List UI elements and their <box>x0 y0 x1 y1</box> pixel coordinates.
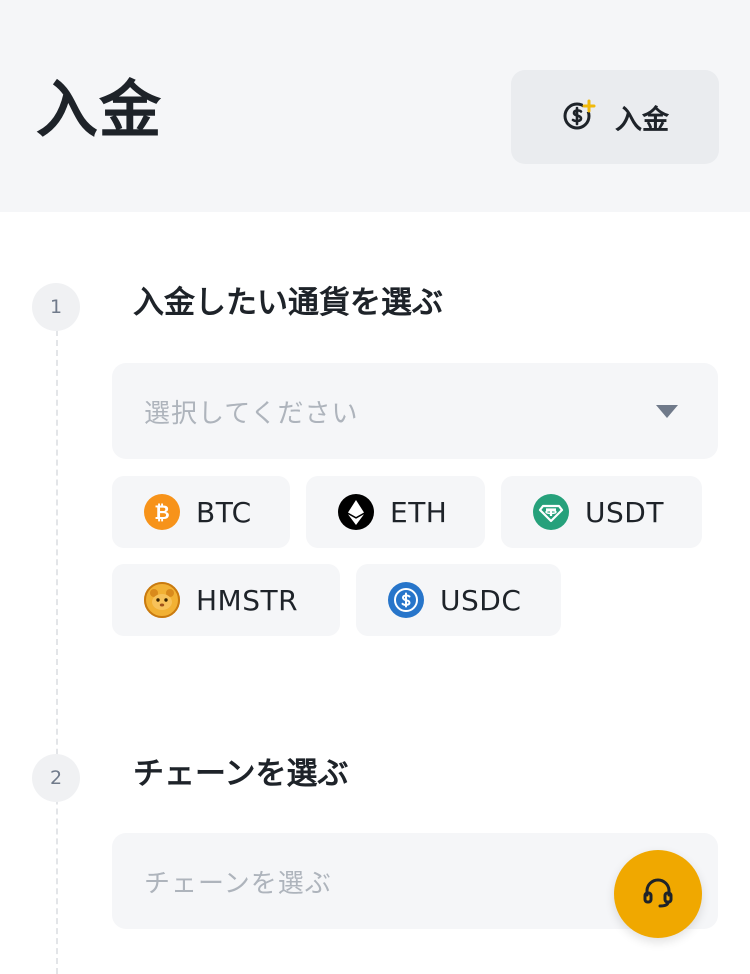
deposit-button-label: 入金 <box>615 104 669 136</box>
coin-chip-label: ETH <box>390 495 448 529</box>
coin-chip-usdt[interactable]: USDT <box>501 476 702 548</box>
bitcoin-icon: ₿ <box>144 494 180 530</box>
page-title: 入金 <box>36 73 163 146</box>
caret-down-icon <box>656 405 678 418</box>
step-2-title: チェーンを選ぶ <box>133 756 349 792</box>
headset-icon <box>638 872 678 916</box>
coin-chip-label: USDC <box>440 583 522 617</box>
hamster-icon <box>144 582 180 618</box>
coin-chip-label: HMSTR <box>196 583 299 617</box>
support-button[interactable] <box>614 850 702 938</box>
ethereum-icon <box>338 494 374 530</box>
svg-text:₿: ₿ <box>154 502 169 524</box>
deposit-button[interactable]: 入金 <box>511 70 719 164</box>
usdc-icon <box>388 582 424 618</box>
coin-chip-usdc[interactable]: USDC <box>356 564 561 636</box>
currency-select[interactable]: 選択してください <box>112 363 718 459</box>
deposit-page: 入金 入金 1 入金したい通貨を選ぶ 選択してください ₿ BTC ETH US… <box>0 0 750 974</box>
page-header: 入金 入金 <box>0 0 750 212</box>
step-1-title: 入金したい通貨を選ぶ <box>133 285 443 321</box>
currency-select-placeholder: 選択してください <box>144 398 359 429</box>
coin-chip-btc[interactable]: ₿ BTC <box>112 476 290 548</box>
step-2-badge: 2 <box>32 754 80 802</box>
chain-select-placeholder: チェーンを選ぶ <box>144 868 332 899</box>
coin-chip-hmstr[interactable]: HMSTR <box>112 564 340 636</box>
coin-chip-label: BTC <box>196 495 252 529</box>
coin-chip-label: USDT <box>585 495 664 529</box>
coin-plus-icon <box>561 97 597 137</box>
step-1-badge: 1 <box>32 283 80 331</box>
coin-chip-eth[interactable]: ETH <box>306 476 485 548</box>
tether-icon <box>533 494 569 530</box>
timeline-line <box>56 330 58 974</box>
